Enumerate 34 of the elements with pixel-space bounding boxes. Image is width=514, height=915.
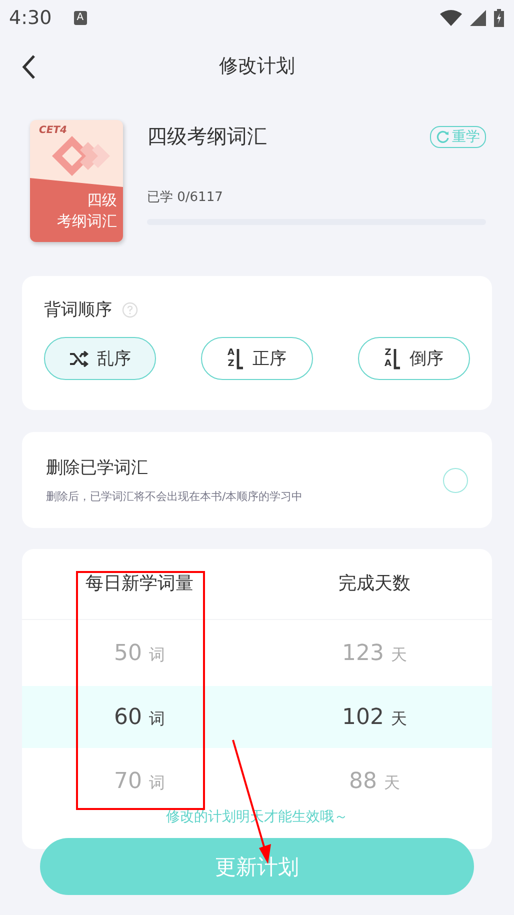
- words-value: 50 词: [113, 640, 166, 666]
- toggle-radio[interactable]: [443, 468, 468, 492]
- setting-description: 删除后，已学词汇将不会出现在本书/本顺序的学习中: [46, 489, 304, 504]
- setting-title: 删除已学词汇: [46, 457, 149, 479]
- page-title: 修改计划: [219, 54, 295, 79]
- help-icon[interactable]: [122, 302, 138, 318]
- days-value: 123 天: [341, 640, 408, 666]
- words-value: 60 词: [113, 704, 166, 730]
- status-time: 4:30: [9, 6, 52, 28]
- order-option[interactable]: A Z 正序: [201, 337, 313, 380]
- picker-row[interactable]: 60 词 102 天: [22, 686, 492, 748]
- book-title: 四级考纲词汇: [147, 123, 267, 150]
- sort-letter: A: [228, 348, 234, 358]
- refresh-icon: [436, 130, 450, 144]
- days-value: 102 天: [341, 704, 408, 730]
- column-header: 每日新学词量: [84, 572, 194, 596]
- order-option[interactable]: 乱序: [44, 337, 156, 380]
- section-title: 背词顺序: [44, 299, 112, 321]
- sort-letter: A: [384, 358, 392, 370]
- days-value: 88 天: [348, 768, 401, 794]
- words-value: 70 词: [113, 768, 166, 794]
- cover-tag: CET4: [30, 120, 123, 136]
- shuffle-icon: [69, 350, 89, 366]
- battery-icon: [494, 8, 504, 26]
- signal-icon: [470, 10, 486, 26]
- column-header: 完成天数: [338, 572, 412, 596]
- order-option[interactable]: Z A 倒序: [358, 337, 470, 380]
- cover-title: 考纲词汇: [57, 211, 117, 232]
- wifi-icon: [440, 10, 462, 26]
- progress-text: 已学 0/6117: [147, 189, 224, 206]
- sort-letter: Z: [228, 358, 234, 370]
- cover-title: 四级: [87, 190, 117, 211]
- sort-letter: Z: [384, 348, 392, 358]
- notification-icon: A: [74, 10, 87, 24]
